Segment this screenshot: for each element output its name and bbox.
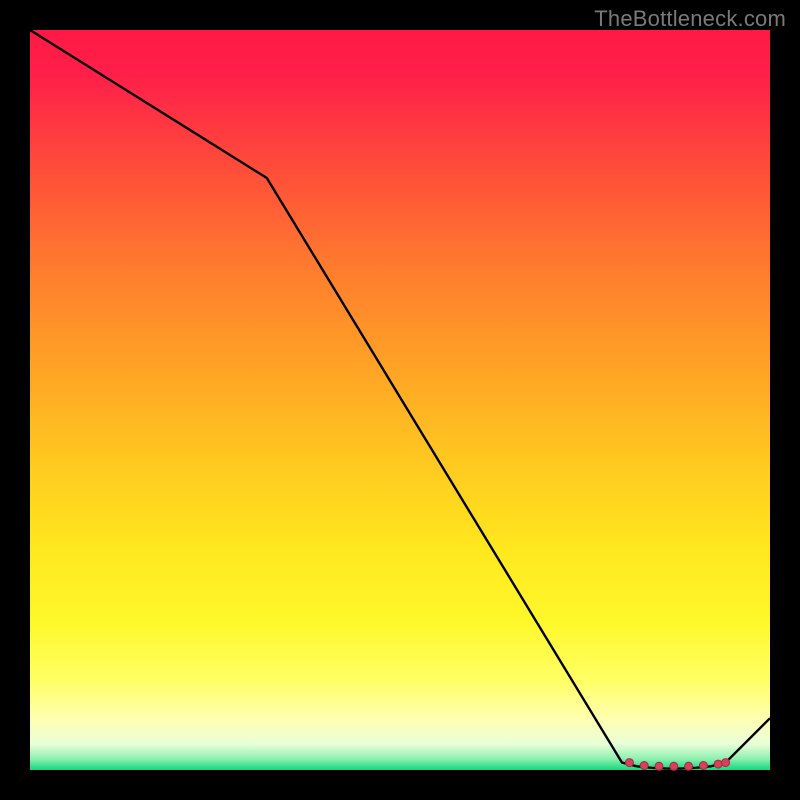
watermark-text: TheBottleneck.com (594, 6, 786, 32)
flat-zone-dot-6 (699, 762, 707, 770)
flat-zone-dot-3 (655, 762, 663, 770)
flat-zone-dot-1 (625, 759, 633, 767)
flat-zone-dot-5 (685, 762, 693, 770)
flat-zone-dot-2 (640, 762, 648, 770)
flat-zone-dot-4 (670, 762, 678, 770)
flat-zone-dot-7 (714, 760, 722, 768)
flat-zone-dot-8 (722, 759, 730, 767)
bottleneck-chart (0, 0, 800, 800)
plot-background (30, 30, 770, 770)
